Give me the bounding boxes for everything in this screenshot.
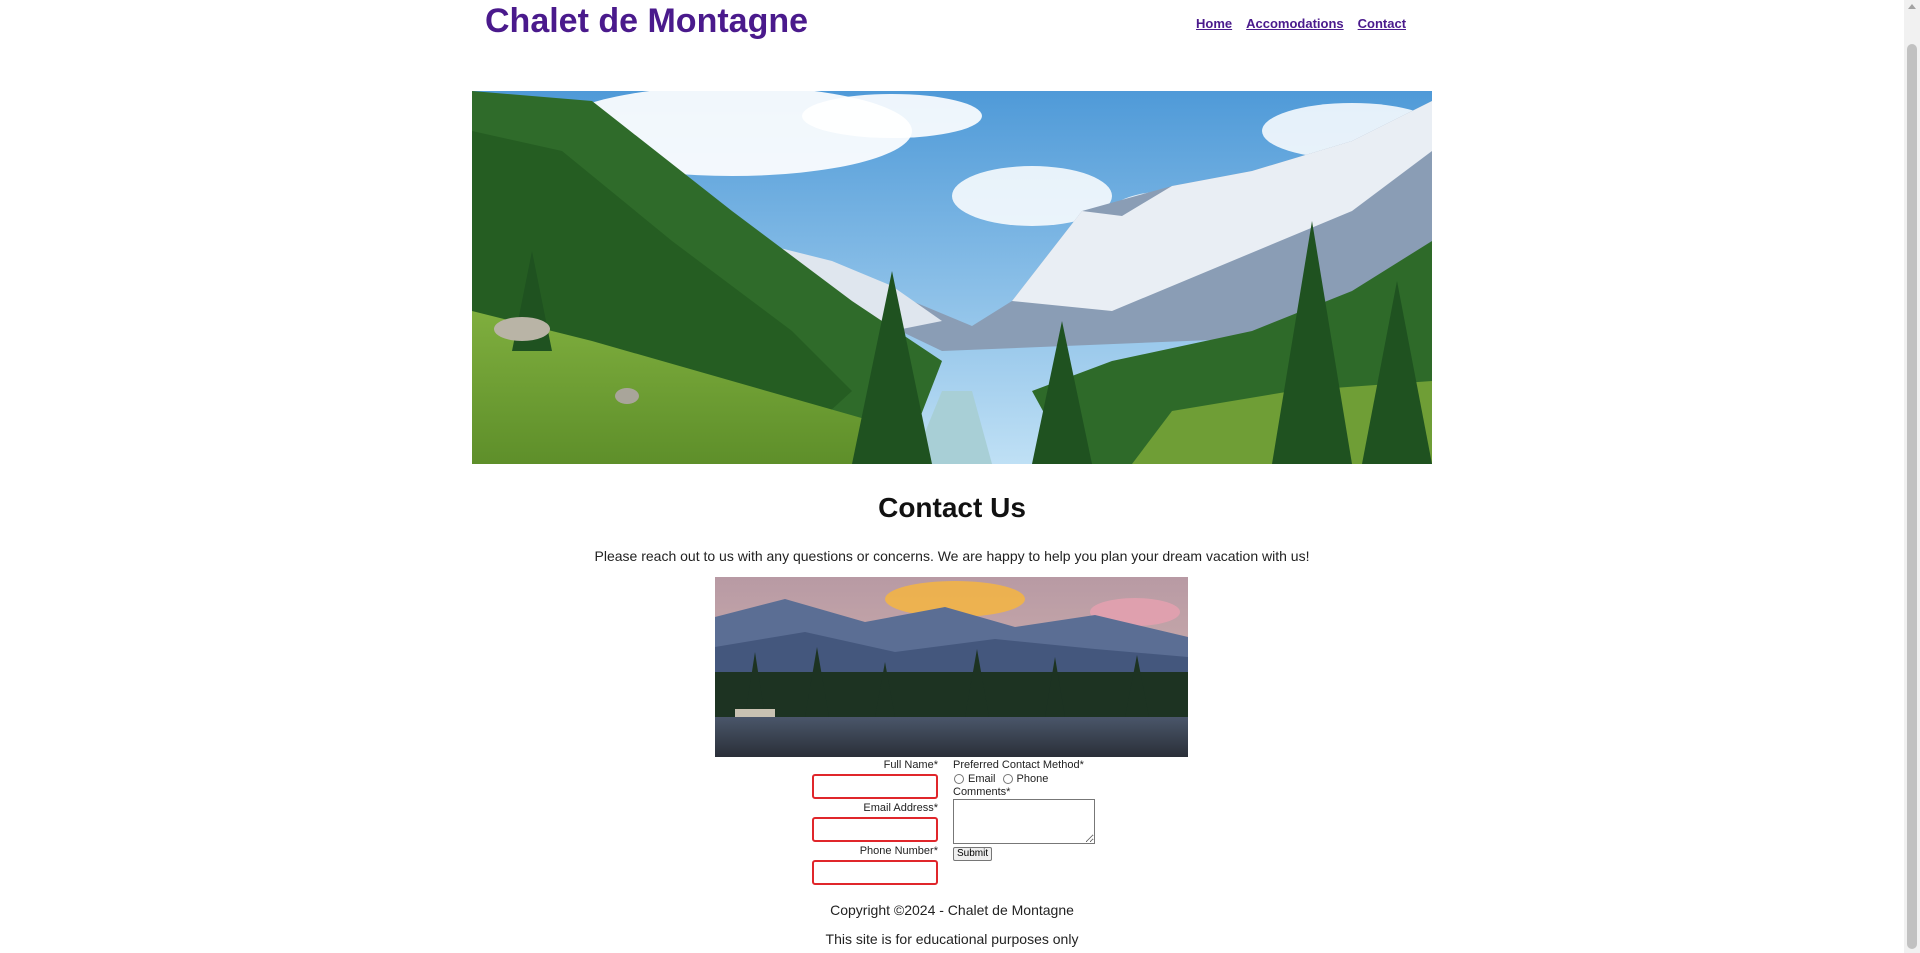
email-input[interactable]	[812, 817, 938, 842]
comments-textarea[interactable]	[953, 799, 1095, 844]
mountain-lake-sunset-picture	[715, 577, 1188, 757]
contact-form-left: Full Name* Email Address* Phone Number*	[810, 759, 938, 888]
radio-email[interactable]	[954, 774, 964, 784]
nav-link-contact[interactable]: Contact	[1358, 16, 1406, 31]
submit-button[interactable]: Submit	[953, 847, 993, 861]
scroll-up-arrow-icon[interactable]	[1908, 4, 1916, 9]
email-label: Email Address*	[863, 802, 938, 814]
page: Chalet de Montagne Home Accomodations Co…	[0, 0, 1904, 953]
contact-image	[715, 577, 1188, 757]
preferred-contact-options: Email Phone	[953, 772, 1113, 786]
footer-copyright: Copyright ©2024 - Chalet de Montagne	[830, 902, 1074, 918]
contact-form-right: Preferred Contact Method* Email Phone Co…	[953, 759, 1113, 861]
preferred-contact-label: Preferred Contact Method*	[953, 759, 1084, 771]
full-name-label: Full Name*	[883, 759, 938, 771]
hero-mountain-valley-picture	[472, 91, 1432, 464]
radio-email-label: Email	[968, 773, 996, 785]
hero-image	[472, 91, 1432, 464]
contact-intro: Please reach out to us with any question…	[594, 548, 1310, 564]
phone-label: Phone Number*	[859, 845, 938, 857]
radio-phone-label: Phone	[1016, 773, 1049, 785]
site-title: Chalet de Montagne	[485, 2, 809, 40]
full-name-input[interactable]	[812, 774, 938, 799]
comments-label: Comments*	[953, 786, 1011, 798]
scroll-thumb[interactable]	[1907, 44, 1917, 949]
nav-link-home[interactable]: Home	[1196, 16, 1232, 31]
main-nav: Home Accomodations Contact	[1196, 16, 1406, 31]
contact-heading: Contact Us	[878, 492, 1026, 523]
phone-input[interactable]	[812, 860, 938, 885]
footer-disclaimer: This site is for educational purposes on…	[825, 931, 1079, 947]
radio-phone[interactable]	[1002, 774, 1013, 784]
vertical-scrollbar[interactable]	[1904, 0, 1920, 953]
nav-link-accomodations[interactable]: Accomodations	[1246, 16, 1344, 31]
